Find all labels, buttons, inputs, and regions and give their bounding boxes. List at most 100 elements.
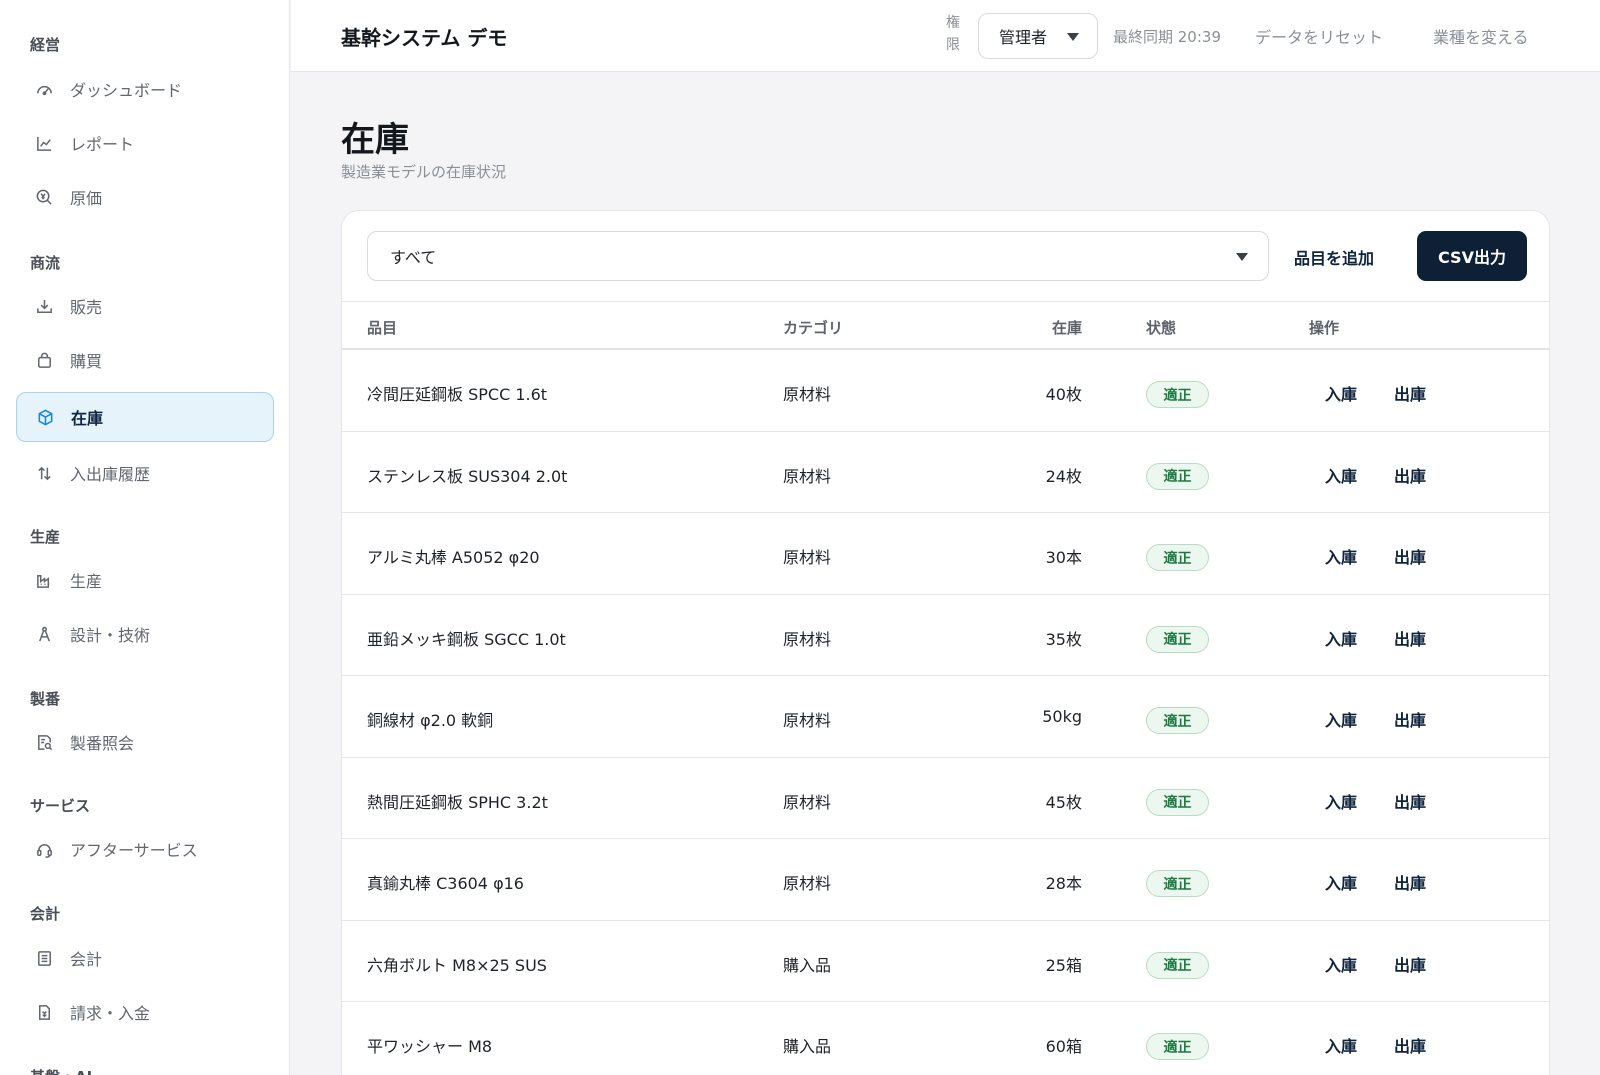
item-category: 原材料 — [783, 629, 832, 649]
status-badge: 適正 — [1146, 381, 1209, 408]
table-row: アルミ丸棒 A5052 φ20 原材料 30本 適正 入庫 出庫 — [342, 513, 1549, 595]
stock-out-button[interactable]: 出庫 — [1394, 952, 1426, 976]
table-row: 真鍮丸棒 C3604 φ16 原材料 28本 適正 入庫 出庫 — [342, 839, 1549, 921]
table-row: ステンレス板 SUS304 2.0t 原材料 24枚 適正 入庫 出庫 — [342, 432, 1549, 513]
status-badge: 適正 — [1146, 625, 1209, 653]
status-badge: 適正 — [1146, 870, 1209, 897]
stock-in-button[interactable]: 入庫 — [1325, 381, 1357, 405]
sidebar-item-production[interactable]: 生産 — [16, 556, 274, 604]
stock-out-button[interactable]: 出庫 — [1394, 626, 1426, 650]
ledger-icon — [34, 948, 54, 968]
nav-section-label: サービス — [30, 797, 91, 815]
table-row: 平ワッシャー M8 購入品 60箱 適正 入庫 出庫 — [342, 1002, 1549, 1075]
change-industry-button[interactable]: 業種を変える — [1433, 24, 1529, 48]
column-header-item[interactable]: 品目 — [367, 317, 397, 338]
table-row: 亜鉛メッキ鋼板 SGCC 1.0t 原材料 35枚 適正 入庫 出庫 — [342, 595, 1549, 676]
sidebar-item-inventory[interactable]: 在庫 — [16, 392, 274, 442]
item-stock: 30本 — [1045, 548, 1082, 567]
stock-out-button[interactable]: 出庫 — [1394, 789, 1426, 813]
status-badge: 適正 — [1146, 788, 1209, 816]
nav-section-label: 会計 — [30, 905, 61, 923]
download-tray-icon — [34, 296, 54, 316]
stock-in-button[interactable]: 入庫 — [1325, 626, 1357, 650]
item-stock: 35枚 — [1045, 629, 1082, 649]
sidebar-item-label: 在庫 — [71, 409, 104, 428]
stock-in-button[interactable]: 入庫 — [1325, 707, 1357, 731]
reset-data-button[interactable]: データをリセット — [1255, 24, 1383, 48]
stock-out-button[interactable]: 出庫 — [1394, 381, 1426, 405]
sidebar-item-sales[interactable]: 販売 — [16, 282, 274, 330]
item-name: 熱間圧延鋼板 SPHC 3.2t — [367, 792, 548, 812]
sidebar-item-purchase[interactable]: 購買 — [16, 336, 274, 384]
sidebar-item-label: 購買 — [70, 352, 103, 371]
stock-out-button[interactable]: 出庫 — [1394, 870, 1426, 894]
item-name: 亜鉛メッキ鋼板 SGCC 1.0t — [367, 629, 566, 649]
add-item-button[interactable]: 品目を追加 — [1294, 245, 1374, 269]
stock-in-button[interactable]: 入庫 — [1325, 870, 1357, 894]
sidebar-item-label: 会計 — [70, 950, 103, 969]
factory-icon — [34, 570, 54, 590]
item-stock: 50kg — [1042, 707, 1082, 726]
item-stock: 45枚 — [1045, 792, 1082, 812]
stock-out-button[interactable]: 出庫 — [1394, 544, 1426, 568]
sidebar-item-cost[interactable]: 原価 — [16, 173, 274, 221]
item-name: 平ワッシャー M8 — [367, 1037, 493, 1056]
table-row: 冷間圧延鋼板 SPCC 1.6t 原材料 40枚 適正 入庫 出庫 — [342, 350, 1549, 432]
role-select[interactable]: 管理者 — [978, 13, 1098, 59]
page-title: 在庫 — [341, 120, 409, 160]
document-search-icon — [34, 732, 54, 752]
status-badge: 適正 — [1146, 951, 1209, 979]
sidebar-item-engineering[interactable]: 設計・技術 — [16, 610, 274, 658]
item-category: 購入品 — [783, 1037, 832, 1056]
column-header-actions: 操作 — [1309, 319, 1340, 337]
sidebar-item-accounting[interactable]: 会計 — [16, 934, 274, 982]
column-header-category[interactable]: カテゴリ — [783, 317, 843, 338]
stock-out-button[interactable]: 出庫 — [1394, 707, 1426, 731]
category-filter-select[interactable]: すべて — [367, 231, 1269, 281]
role-label: 権限 — [946, 15, 960, 53]
stock-in-button[interactable]: 入庫 — [1325, 952, 1357, 976]
status-badge: 適正 — [1146, 707, 1209, 734]
sidebar-item-label: 設計・技術 — [70, 626, 151, 645]
table-header: 品目 カテゴリ 在庫 状態 操作 — [342, 301, 1549, 350]
item-category: 原材料 — [783, 792, 832, 812]
sidebar-item-dashboard[interactable]: ダッシュボード — [16, 65, 274, 113]
item-category: 原材料 — [783, 874, 832, 893]
item-category: 原材料 — [783, 385, 832, 404]
compass-icon — [34, 624, 54, 644]
stock-out-button[interactable]: 出庫 — [1394, 463, 1426, 487]
item-category: 原材料 — [783, 548, 832, 567]
nav-section-label: 商流 — [30, 254, 61, 272]
item-name: アルミ丸棒 A5052 φ20 — [367, 548, 540, 567]
sidebar-item-label: アフターサービス — [70, 841, 198, 860]
item-name: ステンレス板 SUS304 2.0t — [367, 466, 568, 486]
column-header-stock[interactable]: 在庫 — [1002, 317, 1082, 338]
item-stock: 28本 — [1045, 874, 1082, 893]
last-sync-status: 最終同期 20:39 — [1113, 28, 1221, 46]
inventory-card: すべて 品目を追加 CSV出力 品目 カテゴリ 在庫 状態 操作 冷間圧延鋼板 … — [341, 210, 1550, 1075]
stock-in-button[interactable]: 入庫 — [1325, 544, 1357, 568]
headset-icon — [34, 839, 54, 859]
table-row: 熱間圧延鋼板 SPHC 3.2t 原材料 45枚 適正 入庫 出庫 — [342, 758, 1549, 839]
package-icon — [35, 407, 55, 427]
stock-in-button[interactable]: 入庫 — [1325, 1033, 1357, 1057]
swap-vertical-icon — [34, 463, 54, 483]
sidebar-item-after-service[interactable]: アフターサービス — [16, 825, 274, 873]
sidebar-item-report[interactable]: レポート — [16, 119, 274, 167]
sidebar-item-stock-history[interactable]: 入出庫履歴 — [16, 449, 274, 497]
stock-out-button[interactable]: 出庫 — [1394, 1033, 1426, 1057]
sidebar-item-billing[interactable]: 請求・入金 — [16, 988, 274, 1036]
item-stock: 60箱 — [1045, 1037, 1082, 1056]
item-category: 原材料 — [783, 466, 832, 486]
sidebar-item-label: ダッシュボード — [70, 81, 183, 100]
nav-section-label: 製番 — [30, 690, 61, 708]
stock-in-button[interactable]: 入庫 — [1325, 789, 1357, 813]
item-stock: 24枚 — [1045, 466, 1082, 486]
csv-export-button[interactable]: CSV出力 — [1417, 231, 1527, 281]
nav-section-label: 基盤・AI — [30, 1066, 92, 1075]
sidebar-item-label: 原価 — [70, 189, 103, 208]
stock-in-button[interactable]: 入庫 — [1325, 463, 1357, 487]
sidebar-item-order-lookup[interactable]: 製番照会 — [16, 718, 274, 766]
item-stock: 40枚 — [1045, 385, 1082, 404]
column-header-status[interactable]: 状態 — [1146, 317, 1176, 338]
